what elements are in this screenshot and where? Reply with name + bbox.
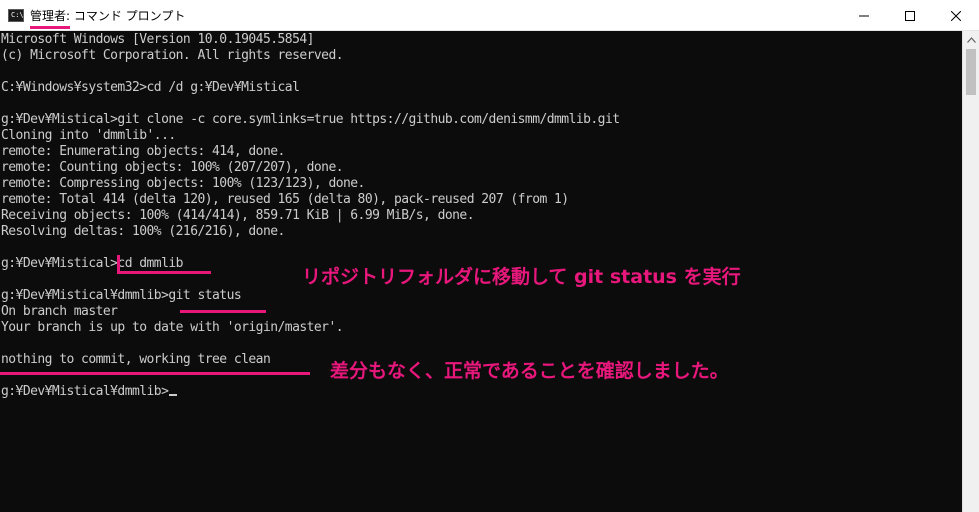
prompt-line: g:¥Dev¥Mistical¥dmmlib> (1, 384, 178, 400)
console-line: nothing to commit, working tree clean (1, 352, 271, 367)
console-line: On branch master (1, 304, 118, 319)
console-line: remote: Counting objects: 100% (207/207)… (1, 160, 344, 175)
git-status-underline (180, 310, 266, 313)
console-line: C:¥Windows¥system32>cd /d g:¥Dev¥Mistica… (1, 80, 300, 95)
window-title: 管理者: コマンド プロンプト (30, 9, 186, 23)
close-button[interactable] (933, 0, 979, 31)
app-icon-text: C:\ (11, 11, 24, 19)
annotation-confirmation: 差分もなく、正常であることを確認しました。 (330, 360, 729, 382)
console-line: (c) Microsoft Corporation. All rights re… (1, 48, 344, 63)
title-bar[interactable]: C:\ 管理者: コマンド プロンプト (0, 0, 979, 31)
console-line: Resolving deltas: 100% (216/216), done. (1, 224, 285, 239)
console-line: g:¥Dev¥Mistical>cd dmmlib (1, 256, 183, 271)
title-highlight-underline (30, 26, 70, 29)
scroll-thumb[interactable] (966, 49, 976, 95)
console-line: Cloning into 'dmmlib'... (1, 128, 176, 143)
annotation-git-status: リポジトリフォルダに移動して git status を実行 (302, 266, 741, 288)
console-line: g:¥Dev¥Mistical¥dmmlib>git status (1, 288, 242, 303)
console-line: Receiving objects: 100% (414/414), 859.7… (1, 208, 475, 223)
console-line: remote: Enumerating objects: 414, done. (1, 144, 285, 159)
console-line: Microsoft Windows [Version 10.0.19045.58… (1, 32, 314, 47)
close-icon (951, 10, 961, 21)
clean-status-underline (0, 372, 310, 375)
scroll-up-arrow-icon (967, 36, 976, 43)
cmd-app-icon[interactable]: C:\ (8, 9, 24, 22)
vertical-scrollbar[interactable] (962, 31, 979, 512)
cd-command-underline (117, 271, 211, 274)
console-line: Your branch is up to date with 'origin/m… (1, 320, 344, 335)
prompt-text: g:¥Dev¥Mistical¥dmmlib> (1, 384, 169, 399)
text-cursor (169, 394, 178, 396)
scroll-up-button[interactable] (963, 31, 979, 48)
minimize-button[interactable] (841, 0, 887, 31)
console-line: remote: Total 414 (delta 120), reused 16… (1, 192, 569, 207)
command-prompt-window: C:\ 管理者: コマンド プロンプト Microsoft Windows [V… (0, 0, 979, 512)
console-line: remote: Compressing objects: 100% (123/1… (1, 176, 365, 191)
minimize-icon (859, 15, 869, 16)
maximize-icon (905, 10, 915, 21)
console-line: g:¥Dev¥Mistical>git clone -c core.symlin… (1, 112, 620, 127)
maximize-button[interactable] (887, 0, 933, 31)
cd-command-bracket (117, 255, 120, 271)
